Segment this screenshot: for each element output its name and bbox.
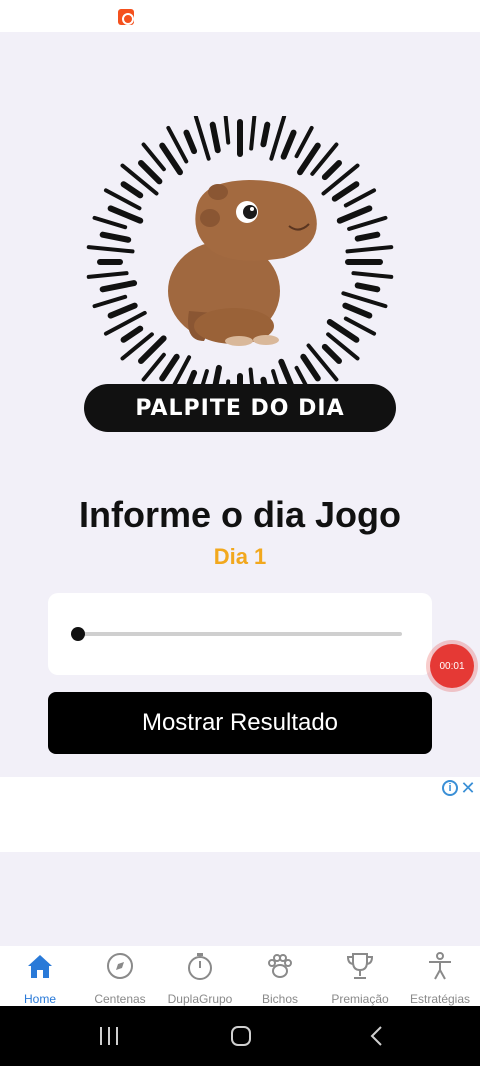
nav-label-centenas: Centenas [94,992,146,1006]
nav-item-bichos[interactable]: Bichos [240,946,320,1006]
sunburst-ray [300,353,321,382]
sunburst-ray [138,160,163,185]
sunburst-ray [99,280,138,293]
sunburst-ray [343,188,377,208]
sunburst-ray [92,294,128,309]
banner-text: PALPITE DO DIA [135,395,345,421]
nav-label-estrategias: Estratégias [409,992,471,1006]
stopwatch-icon [188,953,212,980]
sunburst-ray [120,325,144,343]
sunburst-ray [354,231,381,242]
selected-day-label: Dia 1 [213,544,267,569]
person-icon [429,952,451,980]
ad-banner: i ✕ [0,777,480,852]
sunburst-ray [294,125,314,159]
status-bar [0,0,480,32]
sunburst-ray [193,116,211,161]
sunburst-ray [331,181,360,202]
sunburst-ray [107,205,144,224]
nav-label-bichos: Bichos [261,992,299,1006]
back-icon[interactable] [364,1024,390,1048]
trophy-icon [346,953,374,979]
sunburst-ray [209,121,221,154]
nav-label-premiacao: Premiação [331,992,389,1006]
nav-item-home[interactable]: Home [0,946,80,1006]
close-icon[interactable]: ✕ [460,778,476,798]
sunburst-ray [107,302,138,319]
compass-icon [107,953,133,979]
sunburst-ray [342,302,373,319]
day-slider-thumb[interactable] [71,627,85,641]
info-icon[interactable]: i [442,780,458,796]
day-slider-track[interactable] [71,627,402,641]
page-heading: Informe o dia Jogo [78,494,401,535]
system-nav-bar [0,1006,480,1066]
show-result-button[interactable]: Mostrar Resultado [48,692,432,754]
nav-item-duplagrupo[interactable]: DuplaGrupo [160,946,240,1006]
sunburst-ray [321,343,342,364]
nav-label-duplagrupo: DuplaGrupo [167,992,233,1006]
sunburst-ray [321,160,342,181]
sunburst-ray [120,181,144,199]
sunburst-ray [86,245,135,254]
sunburst-ray [223,116,231,145]
sunburst-ray [86,271,129,279]
paw-icon [268,954,292,978]
palpite-banner: PALPITE DO DIA [84,384,396,432]
sunburst-ray [351,271,394,279]
sunburst-ray [183,129,198,155]
sunburst-ray [92,215,128,230]
sunburst-ray [99,231,132,243]
home-system-icon[interactable] [228,1024,254,1048]
day-slider-card [48,593,432,675]
nav-item-centenas[interactable]: Centenas [80,946,160,1006]
home-icon [28,955,52,978]
app-notification-icon [118,9,134,25]
sunburst-ray [260,121,271,148]
sunburst-ray [336,205,373,224]
nav-label-home: Home [23,992,56,1006]
sunburst-ray [249,116,257,151]
sunburst-ray [347,215,388,231]
sunburst-ray [159,353,180,382]
sunburst-ray [343,316,377,336]
sunburst-ray [354,282,381,293]
nav-item-premiacao[interactable]: Premiação [320,946,400,1006]
sunburst-ray [345,245,394,254]
screen-recorder-bubble[interactable]: 00:01 [430,644,474,688]
nav-item-estrategias[interactable]: Estratégias [400,946,480,1006]
recent-apps-icon[interactable] [96,1024,122,1048]
sunburst-ray [280,129,297,160]
bottom-nav: Home Centenas DuplaGrupo Bichos Premiaçã… [0,946,480,1006]
